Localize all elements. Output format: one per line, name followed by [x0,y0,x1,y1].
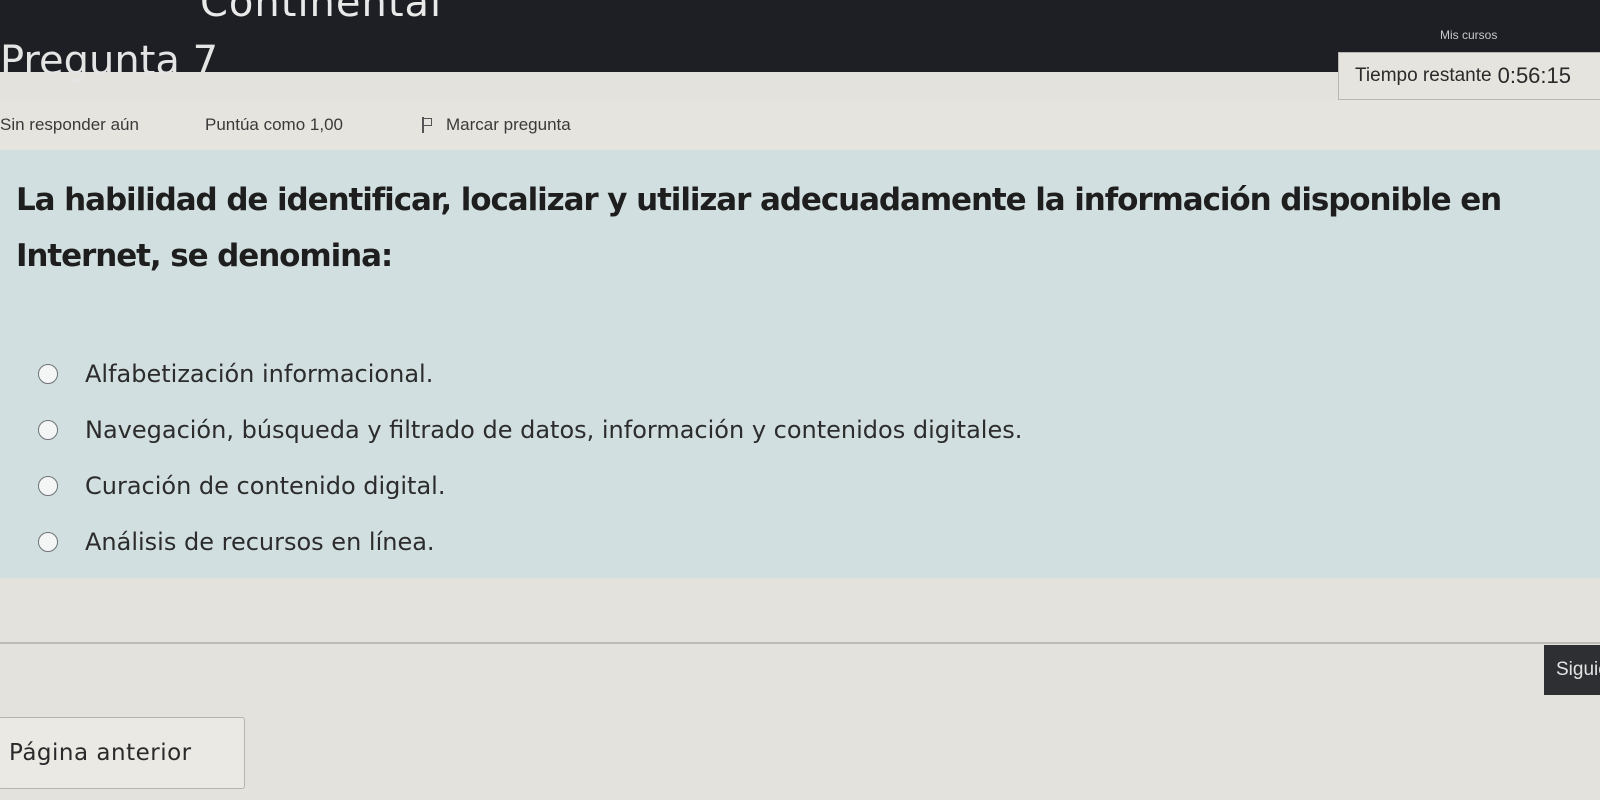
answer-option-label: Análisis de recursos en línea. [85,528,435,556]
question-grade: Puntúa como 1,00 [205,115,343,134]
radio-button[interactable] [38,476,58,496]
answer-option[interactable]: Alfabetización informacional. [38,346,1022,402]
answer-option[interactable]: Navegación, búsqueda y filtrado de datos… [38,402,1022,458]
radio-button[interactable] [38,420,58,440]
question-text: La habilidad de identificar, localizar y… [16,182,1502,274]
question-heading: Pregunta 7 [0,38,219,84]
question-info: Sin responder aún Puntúa como 1,00 Marca… [0,100,1600,150]
previous-page-button[interactable]: Página anterior [0,717,245,789]
answer-options: Alfabetización informacional. Navegación… [38,346,1022,570]
answer-option[interactable]: Análisis de recursos en línea. [38,514,1022,570]
answer-option[interactable]: Curación de contenido digital. [38,458,1022,514]
timer-value: 0:56:15 [1497,63,1571,88]
radio-button[interactable] [38,364,58,384]
divider [0,642,1600,644]
flag-icon [420,117,434,133]
timer-label: Tiempo restante [1355,65,1492,86]
question-state: Sin responder aún [0,115,139,134]
question-panel: La habilidad de identificar, localizar y… [0,150,1600,578]
flag-question-label: Marcar pregunta [446,115,571,134]
answer-option-label: Curación de contenido digital. [85,472,446,500]
timer-box: Tiempo restante 0:56:15 [1338,52,1600,100]
next-page-button[interactable]: Siguiente página [1544,645,1600,695]
answer-option-label: Navegación, búsqueda y filtrado de datos… [85,416,1023,444]
answer-option-label: Alfabetización informacional. [85,360,434,388]
my-courses-link[interactable]: Mis cursos [1440,28,1497,42]
site-title: Continental [200,0,443,26]
flag-question-button[interactable]: Marcar pregunta [420,115,571,135]
radio-button[interactable] [38,532,58,552]
